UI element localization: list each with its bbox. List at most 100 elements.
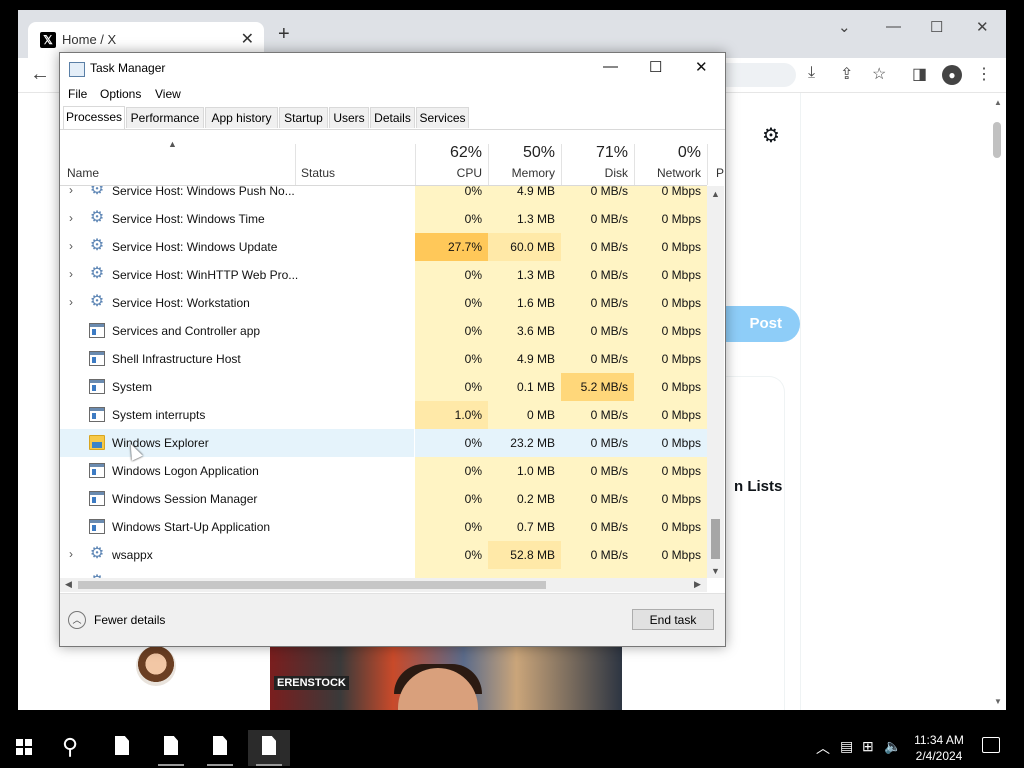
table-row[interactable]: Windows Logon Application 0% 1.0 MB 0 MB/s 0…: [60, 457, 707, 485]
process-name-cell[interactable]: › ⚙ wsappx: [60, 541, 414, 569]
process-name-cell[interactable]: › ⚙ Service Host: Windows Time: [60, 205, 414, 233]
process-name-cell[interactable]: Windows Logon Application: [60, 457, 414, 485]
process-name-cell[interactable]: Windows Session Manager: [60, 485, 414, 513]
tab-performance[interactable]: Performance: [126, 107, 204, 128]
table-row[interactable]: ⚙0%1.5 MB0 MB/s0 Mbps: [60, 569, 707, 578]
table-row[interactable]: Shell Infrastructure Host 0% 4.9 MB 0 MB/s 0…: [60, 345, 707, 373]
back-arrow-icon[interactable]: ←: [30, 63, 50, 86]
table-row[interactable]: › ⚙ Service Host: WinHTTP Web Pro... 0% 1.3 …: [60, 261, 707, 289]
table-row[interactable]: Services and Controller app 0% 3.6 MB 0 MB/…: [60, 317, 707, 345]
process-name-cell[interactable]: › ⚙ Service Host: Windows Push No...: [60, 186, 414, 205]
col-header-status[interactable]: Status: [301, 166, 335, 180]
col-header-name[interactable]: Name: [67, 166, 99, 180]
tab-close-icon[interactable]: ✕: [241, 29, 254, 49]
browser-close-button[interactable]: ✕: [976, 18, 989, 36]
end-task-button[interactable]: End task: [632, 609, 714, 630]
vscroll-thumb[interactable]: [711, 519, 720, 559]
process-name-cell[interactable]: › ⚙ Service Host: Workstation: [60, 289, 414, 317]
table-row[interactable]: › ⚙ Service Host: Windows Update 27.7% 60.0 …: [60, 233, 707, 261]
taskbar-app-2[interactable]: [150, 730, 192, 766]
process-name-cell[interactable]: Windows Start-Up Application: [60, 513, 414, 541]
menu-view[interactable]: View: [155, 87, 181, 101]
browser-maximize-button[interactable]: ☐: [930, 18, 943, 36]
tab-processes[interactable]: Processes: [63, 106, 125, 129]
bookmark-star-icon[interactable]: ☆: [872, 64, 886, 84]
tab-details[interactable]: Details: [370, 107, 415, 128]
taskbar-app-3[interactable]: [199, 730, 241, 766]
scroll-down-arrow-icon[interactable]: ▼: [711, 566, 720, 576]
col-header-cpu[interactable]: CPU: [412, 166, 482, 180]
page-scroll-up-icon[interactable]: ▲: [994, 98, 1002, 107]
table-row[interactable]: › ⚙ Service Host: Windows Push No... 0% 4.9 …: [60, 186, 707, 205]
col-header-memory[interactable]: Memory: [485, 166, 555, 180]
page-scrollbar[interactable]: [990, 93, 1006, 710]
table-row[interactable]: › ⚙ Service Host: Windows Time 0% 1.3 MB 0 MB…: [60, 205, 707, 233]
process-name-cell[interactable]: ⚙: [60, 569, 414, 579]
expand-chevron-icon[interactable]: ›: [69, 239, 73, 253]
volume-muted-icon[interactable]: 🔈: [884, 738, 901, 755]
tab-search-icon[interactable]: ⌄: [838, 18, 851, 36]
col-header-disk[interactable]: Disk: [558, 166, 628, 180]
process-name-cell[interactable]: Services and Controller app: [60, 317, 414, 345]
taskbar-app-1[interactable]: [101, 730, 143, 766]
chevron-up-circle-icon[interactable]: ︿: [68, 611, 86, 629]
process-name-cell[interactable]: › ⚙ Service Host: Windows Update: [60, 233, 414, 261]
process-name-cell[interactable]: › ⚙ Service Host: WinHTTP Web Pro...: [60, 261, 414, 289]
table-row[interactable]: System 0% 0.1 MB 5.2 MB/s 0 Mbps: [60, 373, 707, 401]
scroll-up-arrow-icon[interactable]: ▲: [711, 189, 720, 199]
tab-services[interactable]: Services: [416, 107, 469, 128]
windows-start-icon[interactable]: [16, 739, 32, 755]
col-header-network-pct[interactable]: 0%: [631, 144, 701, 162]
col-header-memory-pct[interactable]: 50%: [485, 144, 555, 162]
col-header-cpu-pct[interactable]: 62%: [412, 144, 482, 162]
process-name-cell[interactable]: System interrupts: [60, 401, 414, 429]
process-name-cell[interactable]: Shell Infrastructure Host: [60, 345, 414, 373]
tm-minimize-button[interactable]: —: [603, 58, 618, 75]
tab-startup[interactable]: Startup: [279, 107, 328, 128]
col-header-network[interactable]: Network: [631, 166, 701, 180]
expand-chevron-icon[interactable]: ›: [69, 186, 73, 197]
network-icon[interactable]: ⊞: [862, 738, 874, 755]
process-list-hscrollbar[interactable]: ◀ ▶: [60, 578, 707, 592]
settings-gear-icon[interactable]: ⚙: [762, 123, 780, 148]
task-manager-titlebar[interactable]: Task Manager — ☐ ✕: [60, 53, 725, 85]
profile-avatar-icon[interactable]: ●: [942, 65, 962, 85]
post-photo[interactable]: ERENSTOCK: [270, 644, 622, 710]
table-row[interactable]: › ⚙ wsappx 0% 52.8 MB 0 MB/s 0 Mbps: [60, 541, 707, 569]
table-row[interactable]: Windows Explorer 0% 23.2 MB 0 MB/s 0 Mbps: [60, 429, 707, 457]
table-row[interactable]: System interrupts 1.0% 0 MB 0 MB/s 0 Mbps: [60, 401, 707, 429]
menu-options[interactable]: Options: [100, 87, 141, 101]
scroll-right-arrow-icon[interactable]: ▶: [694, 579, 701, 590]
table-row[interactable]: Windows Session Manager 0% 0.2 MB 0 MB/s 0 M…: [60, 485, 707, 513]
hscroll-thumb[interactable]: [78, 581, 546, 589]
tab-app-history[interactable]: App history: [205, 107, 278, 128]
tm-close-button[interactable]: ✕: [695, 58, 708, 76]
tm-maximize-button[interactable]: ☐: [649, 58, 662, 76]
expand-chevron-icon[interactable]: ›: [69, 547, 73, 561]
expand-chevron-icon[interactable]: ›: [69, 211, 73, 225]
scroll-left-arrow-icon[interactable]: ◀: [65, 579, 72, 590]
col-header-disk-pct[interactable]: 71%: [558, 144, 628, 162]
new-tab-button[interactable]: +: [278, 23, 290, 46]
taskbar-app-4[interactable]: [248, 730, 290, 766]
col-header-power-truncated[interactable]: P: [716, 166, 724, 180]
browser-minimize-button[interactable]: —: [886, 18, 901, 35]
page-scrollbar-thumb[interactable]: [993, 122, 1001, 158]
process-name-cell[interactable]: Windows Explorer: [60, 429, 414, 457]
menu-file[interactable]: File: [68, 87, 87, 101]
process-list-vscrollbar[interactable]: ▲ ▼: [707, 186, 724, 578]
tab-users[interactable]: Users: [329, 107, 369, 128]
side-panel-icon[interactable]: ◨: [912, 64, 927, 84]
fewer-details-link[interactable]: Fewer details: [94, 613, 165, 627]
table-row[interactable]: Windows Start-Up Application 0% 0.7 MB 0 MB…: [60, 513, 707, 541]
more-menu-icon[interactable]: ⋮: [976, 64, 992, 84]
taskbar-clock[interactable]: 11:34 AM 2/4/2024: [906, 732, 972, 764]
page-scroll-down-icon[interactable]: ▼: [994, 697, 1002, 706]
notification-icon[interactable]: [982, 737, 1000, 753]
tray-app-icon[interactable]: ▤: [840, 738, 853, 755]
user-avatar[interactable]: [136, 646, 176, 686]
search-icon[interactable]: ⚲: [62, 734, 78, 760]
process-name-cell[interactable]: System: [60, 373, 414, 401]
expand-chevron-icon[interactable]: ›: [69, 295, 73, 309]
install-app-icon[interactable]: ⤓: [808, 64, 815, 82]
